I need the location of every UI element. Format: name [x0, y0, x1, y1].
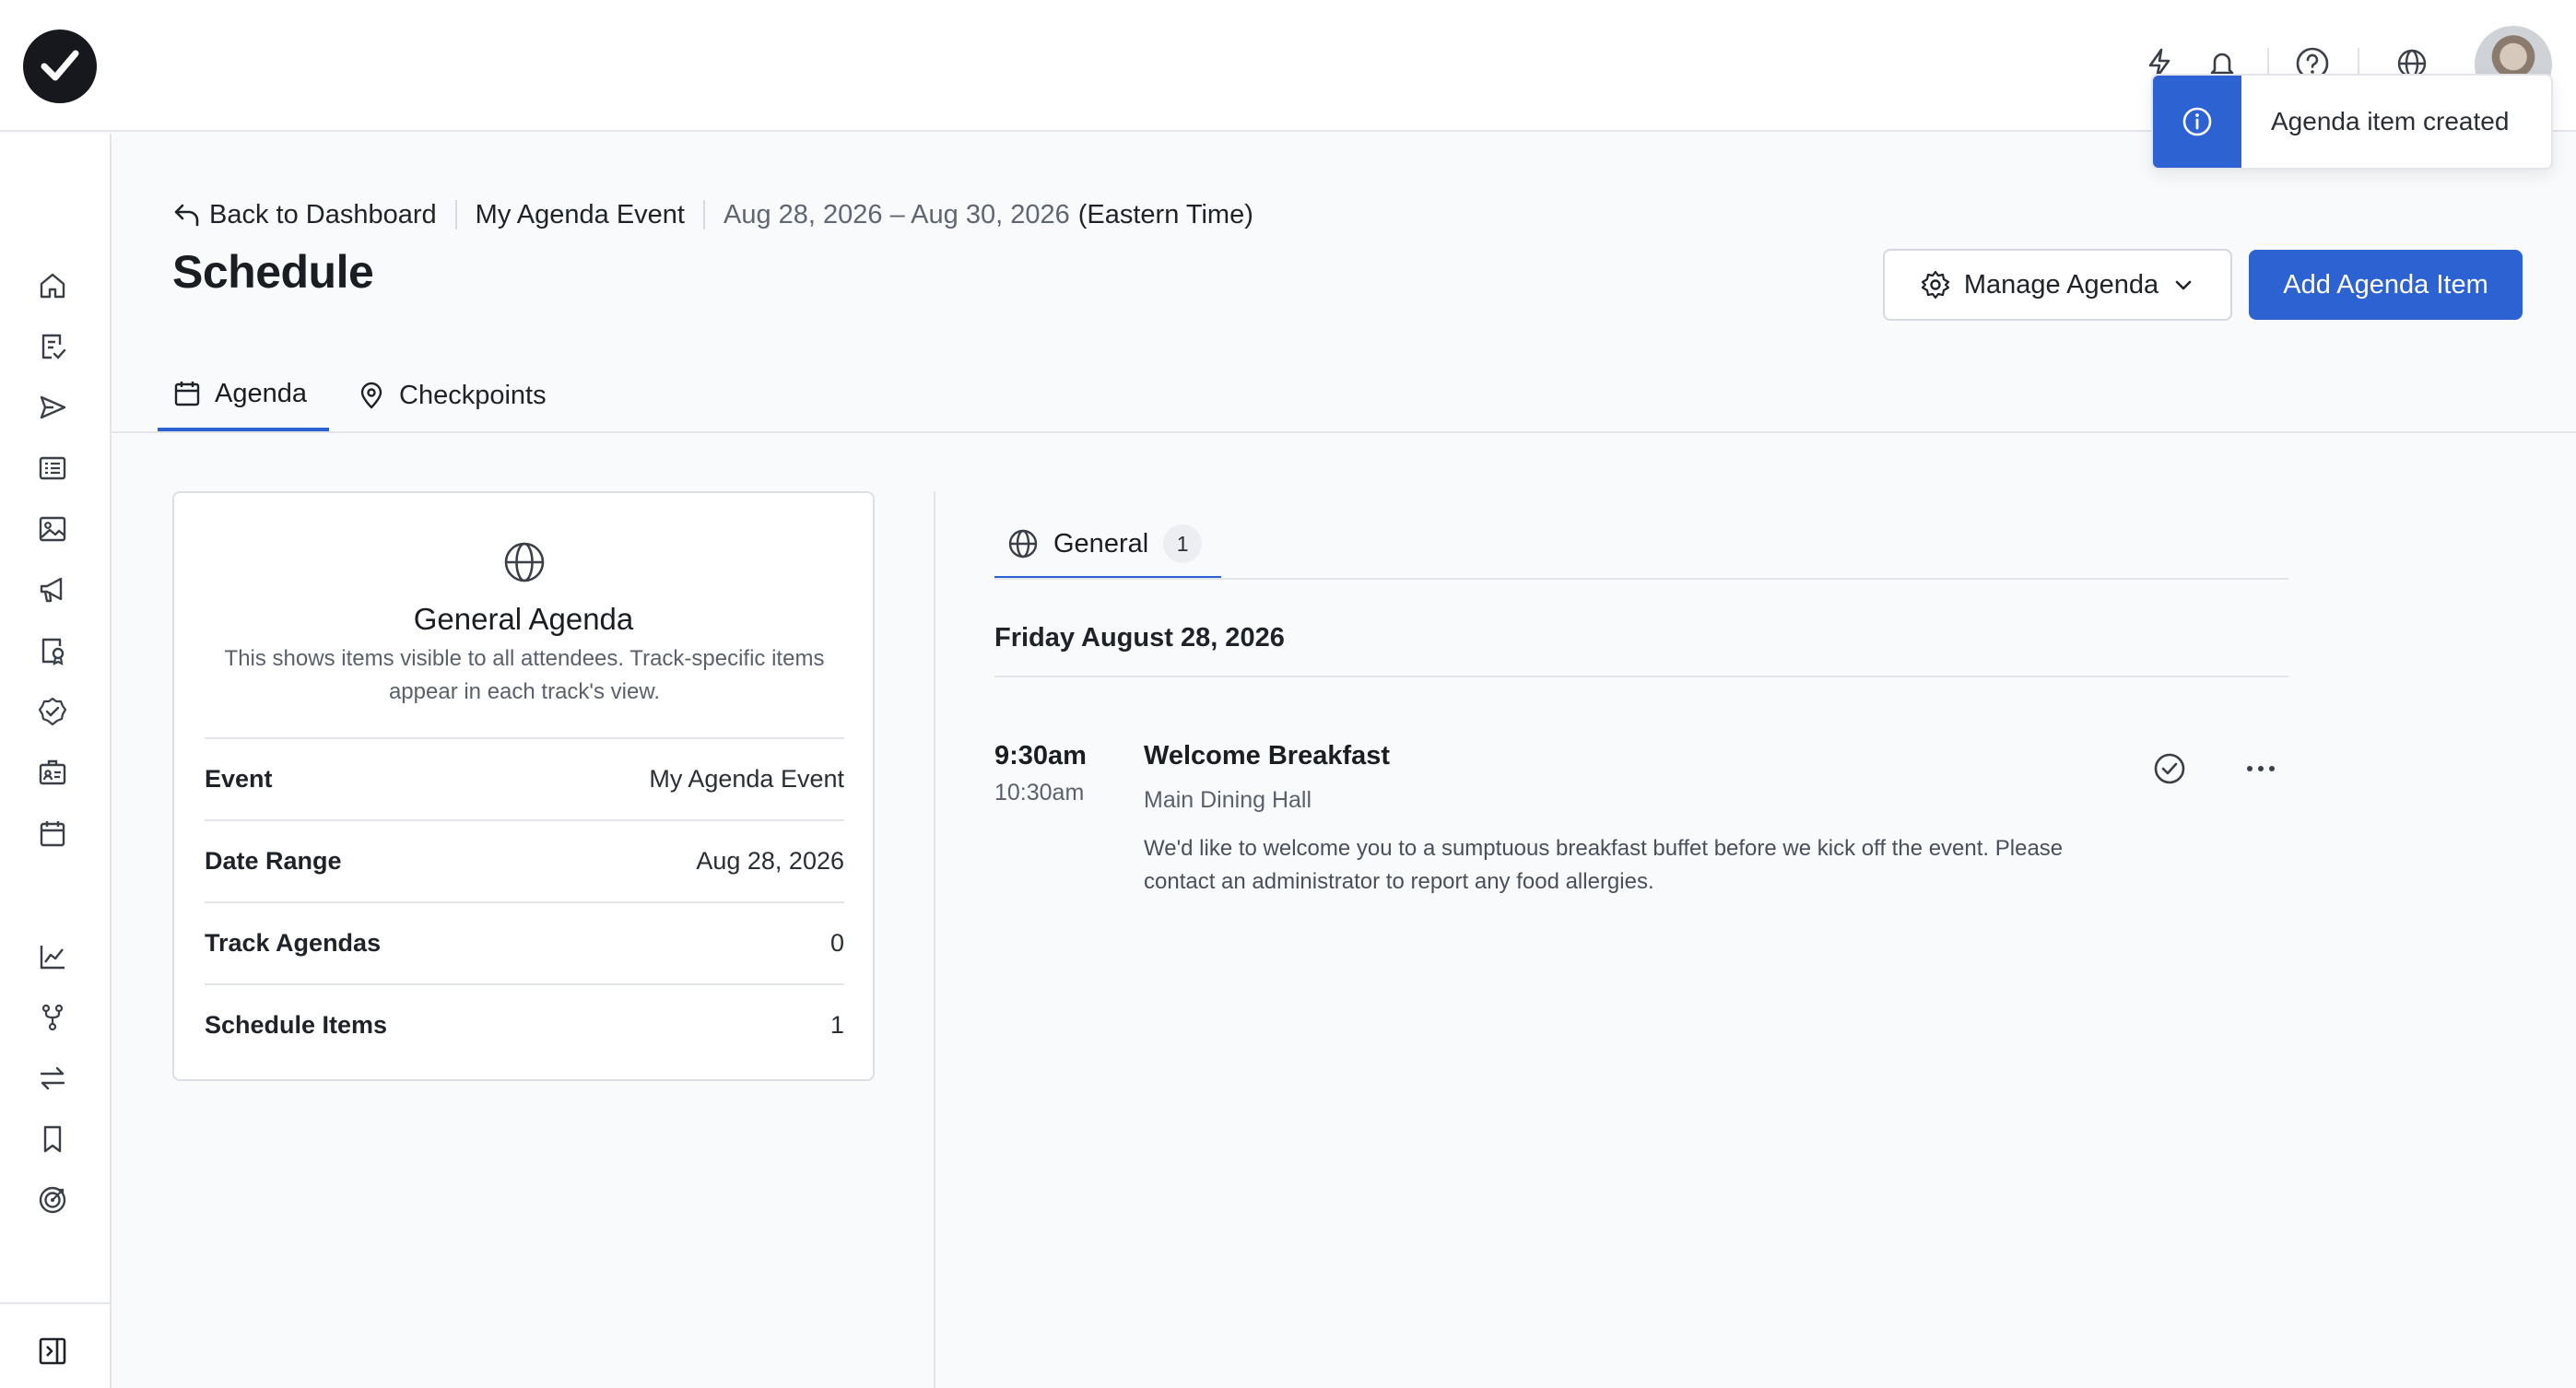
card-title: General Agenda	[413, 602, 634, 636]
card-row-key: Schedule Items	[205, 1011, 388, 1039]
info-icon	[2182, 107, 2212, 136]
image-icon[interactable]	[33, 510, 72, 548]
checkmark-icon	[41, 50, 79, 81]
item-description: We'd like to welcome you to a sumptuous …	[1144, 836, 2064, 894]
branch-icon[interactable]	[33, 998, 72, 1037]
gear-icon	[1921, 270, 1949, 300]
item-location: Main Dining Hall	[1144, 787, 1312, 813]
tab-bar: Agenda Checkpoints	[112, 359, 2576, 433]
id-badge-icon[interactable]	[33, 753, 72, 792]
card-row-value: 0	[829, 929, 844, 957]
agenda-tab-count: 1	[1163, 524, 1203, 563]
globe-icon	[1008, 529, 1038, 559]
item-start-time: 9:30am	[994, 741, 1087, 770]
breadcrumb: Back to Dashboard My Agenda Event Aug 28…	[172, 196, 1253, 233]
toast-accent	[2153, 76, 2241, 168]
back-label: Back to Dashboard	[209, 199, 437, 229]
badge-document-icon[interactable]	[33, 631, 72, 670]
add-agenda-item-button[interactable]: Add Agenda Item	[2249, 250, 2523, 320]
card-row-key: Date Range	[205, 847, 342, 875]
card-row-value: My Agenda Event	[649, 765, 844, 793]
verified-check-icon[interactable]	[33, 692, 72, 731]
more-options-icon[interactable]	[2240, 750, 2282, 787]
collapse-sidebar-icon[interactable]	[33, 1332, 72, 1370]
checklist-icon[interactable]	[33, 327, 72, 366]
app-logo[interactable]	[23, 29, 97, 103]
item-title: Welcome Breakfast	[1144, 741, 1391, 770]
manage-agenda-button[interactable]: Manage Agenda	[1883, 249, 2232, 321]
tab-agenda[interactable]: Agenda	[158, 359, 329, 431]
tab-checkpoints[interactable]: Checkpoints	[357, 359, 547, 431]
agenda-tab-label: General	[1053, 528, 1149, 559]
megaphone-icon[interactable]	[33, 570, 72, 609]
toast-message: Agenda item created	[2271, 107, 2510, 135]
card-row-schedule-items: Schedule Items 1	[205, 983, 844, 1065]
general-agenda-card: General Agenda This shows items visible …	[172, 491, 875, 1081]
globe-icon	[504, 542, 545, 582]
chevron-down-icon	[2175, 280, 2192, 290]
line-chart-icon[interactable]	[33, 937, 72, 976]
breadcrumb-dates: Aug 28, 2026 – Aug 30, 2026	[723, 199, 1070, 229]
calendar-icon[interactable]	[33, 814, 72, 853]
card-row-value: 1	[829, 1011, 844, 1039]
tab-checkpoints-label: Checkpoints	[399, 380, 547, 410]
card-row-date-range: Date Range Aug 28, 2026	[205, 819, 844, 901]
calendar-icon	[174, 382, 200, 406]
sidebar-divider	[0, 1302, 110, 1304]
back-arrow-icon	[174, 204, 199, 227]
breadcrumb-divider	[702, 200, 705, 229]
send-icon[interactable]	[33, 388, 72, 427]
sidebar	[0, 134, 112, 1388]
card-row-key: Track Agendas	[205, 929, 382, 957]
bookmark-icon[interactable]	[33, 1120, 72, 1159]
column-divider	[934, 491, 935, 1388]
divider	[994, 676, 2288, 677]
card-row-event: Event My Agenda Event	[205, 737, 844, 819]
divider	[994, 578, 2288, 580]
manage-agenda-label: Manage Agenda	[1963, 269, 2159, 300]
card-row-track-agendas: Track Agendas 0	[205, 901, 844, 983]
breadcrumb-event-name: My Agenda Event	[475, 199, 685, 229]
card-row-key: Event	[205, 765, 273, 793]
home-icon[interactable]	[33, 266, 72, 305]
transfer-icon[interactable]	[33, 1059, 72, 1098]
back-to-dashboard-link[interactable]: Back to Dashboard	[172, 200, 437, 230]
list-icon[interactable]	[33, 449, 72, 488]
tab-agenda-label: Agenda	[215, 378, 307, 408]
breadcrumb-divider	[454, 200, 457, 229]
target-icon[interactable]	[33, 1181, 72, 1219]
map-pin-icon	[360, 382, 382, 409]
card-description: This shows items visible to all attendee…	[224, 646, 825, 704]
breadcrumb-timezone: (Eastern Time)	[1077, 199, 1253, 229]
page-title: Schedule	[172, 246, 374, 298]
agenda-tab-general[interactable]: General 1	[994, 512, 1221, 580]
item-end-time: 10:30am	[994, 780, 1085, 806]
day-heading: Friday August 28, 2026	[994, 623, 1285, 653]
card-row-value: Aug 28, 2026	[696, 847, 844, 875]
toast-notification: Agenda item created	[2151, 74, 2553, 170]
check-circle-icon[interactable]	[2151, 750, 2188, 787]
